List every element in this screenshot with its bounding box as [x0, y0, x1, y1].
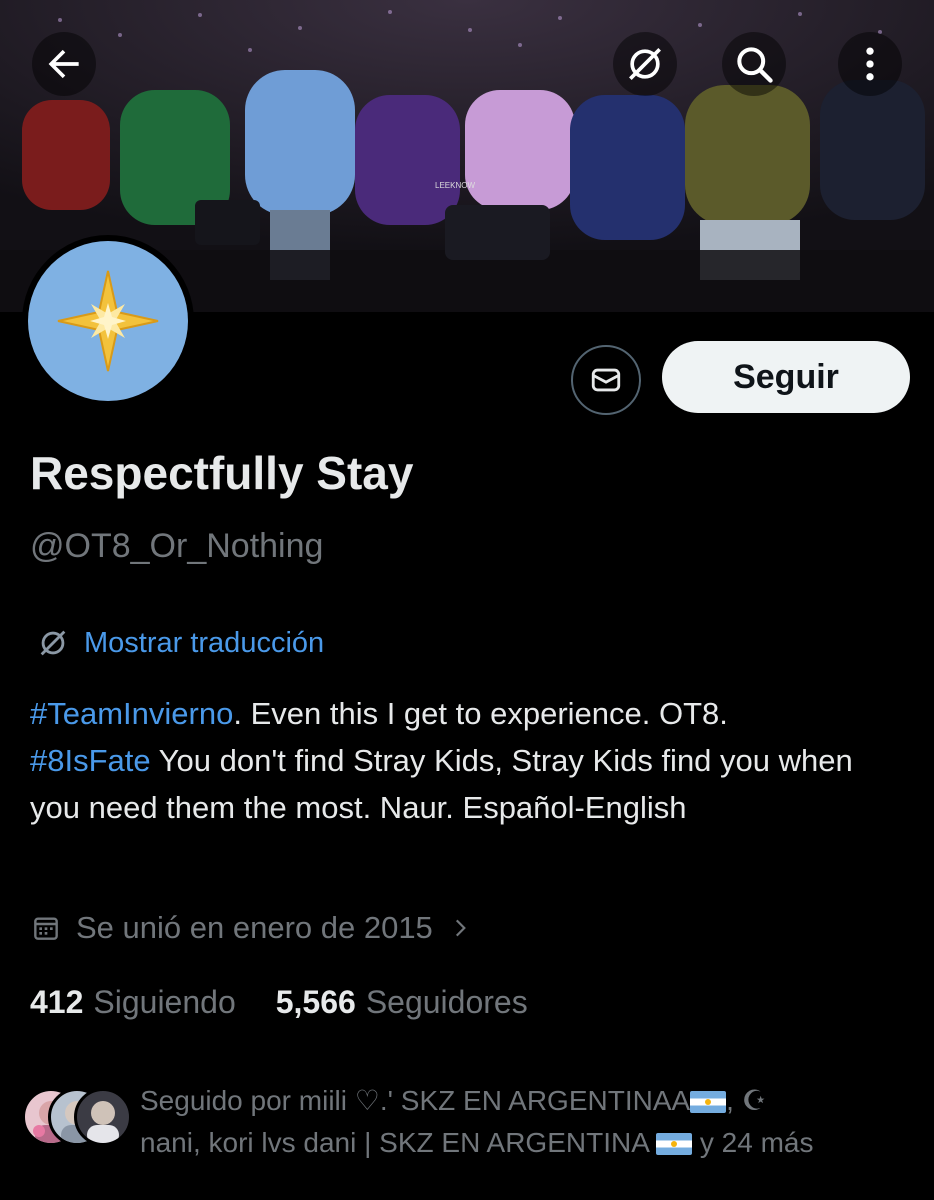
follower-avatar [74, 1088, 132, 1146]
argentina-flag-icon [656, 1133, 693, 1155]
followed-by-avatars[interactable] [22, 1088, 132, 1146]
translate-button[interactable] [613, 32, 677, 96]
bio-text: . Even this I get to experience. OT8. [233, 696, 728, 731]
following-label: Siguiendo [93, 984, 236, 1020]
argentina-flag-icon [690, 1091, 727, 1113]
compass-star-icon [57, 270, 159, 372]
arrow-left-icon [48, 49, 79, 79]
search-button[interactable] [722, 32, 786, 96]
calendar-icon [34, 917, 58, 940]
show-translation-label: Mostrar traducción [84, 626, 325, 659]
banner-watermark: LEEKNOW [435, 181, 475, 190]
followed-by-part: y 24 más [692, 1127, 814, 1158]
avatar[interactable] [22, 235, 194, 407]
hashtag-link[interactable]: #TeamInvierno [30, 696, 233, 731]
hashtag-link[interactable]: #8IsFate [30, 743, 151, 778]
follow-stats: 412 Siguiendo 5,566 Seguidores [30, 984, 528, 1021]
translate-icon [629, 48, 661, 80]
back-button[interactable] [32, 32, 96, 96]
followers-count: 5,566 [275, 984, 356, 1020]
follow-button[interactable]: Seguir [662, 341, 910, 413]
bio-text: You don't find Stray Kids, Stray Kids fi… [30, 743, 853, 825]
followed-by-part: Seguido por miili ♡.' SKZ EN ARGENTINAA [140, 1085, 691, 1116]
more-button[interactable] [838, 32, 902, 96]
followed-by-text[interactable]: Seguido por miili ♡.' SKZ EN ARGENTINAA,… [140, 1080, 920, 1164]
chevron-right-icon [455, 919, 466, 937]
followed-by-part: nani, kori lvs dani | SKZ EN ARGENTINA [140, 1127, 657, 1158]
following-link[interactable]: 412 Siguiendo [30, 984, 236, 1021]
followed-by-part: , ☪ [726, 1085, 767, 1116]
followers-label: Seguidores [365, 984, 528, 1020]
joined-date: Se unió en enero de 2015 [76, 910, 433, 945]
translate-icon [40, 630, 66, 656]
user-handle: @OT8_Or_Nothing [30, 527, 324, 565]
followers-link[interactable]: 5,566 Seguidores [276, 984, 528, 1021]
following-count: 412 [30, 984, 84, 1020]
message-button[interactable] [571, 345, 641, 415]
avatar-image [28, 241, 188, 401]
more-vertical-icon [866, 47, 874, 81]
search-icon [737, 47, 773, 83]
show-translation-link[interactable]: Mostrar traducción [36, 626, 324, 660]
envelope-icon [591, 368, 621, 392]
display-name: Respectfully Stay [30, 447, 414, 499]
joined-date-row[interactable]: Se unió en enero de 2015 [30, 910, 473, 946]
profile-bio: #TeamInvierno. Even this I get to experi… [30, 690, 910, 831]
